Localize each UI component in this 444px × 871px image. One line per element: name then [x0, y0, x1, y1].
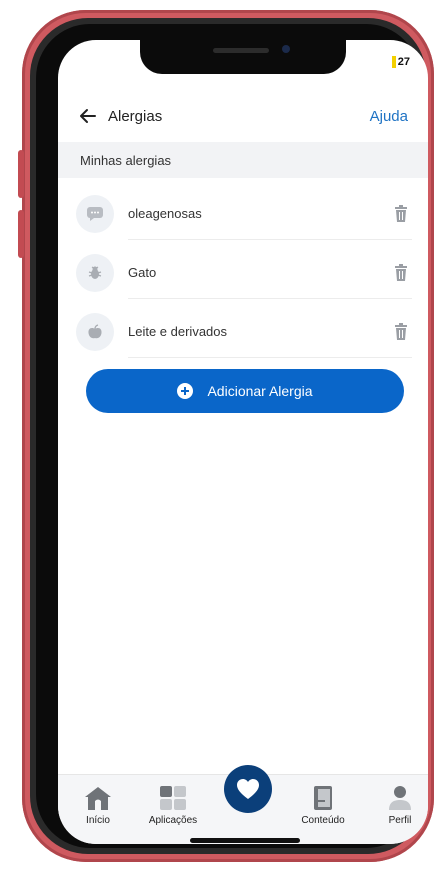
allergy-avatar: [76, 313, 114, 351]
top-bar: Alergias Ajuda: [58, 100, 428, 134]
heart-icon: [237, 779, 259, 799]
speaker: [213, 48, 269, 53]
bottom-tab-bar: Início Aplicações Conteúdo Perfil: [58, 765, 428, 844]
volume-down-button: [18, 210, 24, 258]
allergy-avatar: [76, 195, 114, 233]
tab-label: Conteúdo: [301, 815, 345, 826]
home-indicator: [190, 838, 300, 843]
section-header: Minhas alergias: [58, 142, 428, 178]
notch: [140, 40, 346, 74]
trash-icon[interactable]: [394, 264, 408, 282]
book-icon: [314, 786, 332, 810]
tab-inicio[interactable]: Início: [58, 785, 138, 844]
tab-label: Aplicações: [148, 815, 198, 826]
add-allergy-label: Adicionar Alergia: [207, 383, 313, 399]
plus-circle-icon: [177, 383, 194, 399]
battery-text: 27: [397, 56, 410, 68]
back-arrow-icon[interactable]: [78, 106, 98, 126]
allergy-item[interactable]: Leite e derivados: [58, 310, 428, 360]
allergy-label: Gato: [128, 265, 157, 280]
allergy-item[interactable]: oleagenosas: [58, 192, 428, 242]
section-title: Minhas alergias: [80, 153, 172, 168]
volume-up-button: [18, 150, 24, 198]
divider: [128, 298, 412, 299]
tab-conteudo[interactable]: Conteúdo: [283, 785, 363, 844]
tab-aplicacoes[interactable]: Aplicações: [133, 785, 213, 844]
user-icon: [389, 786, 411, 810]
tab-perfil[interactable]: Perfil: [360, 785, 428, 844]
health-center-button[interactable]: [224, 765, 272, 813]
battery-icon: [391, 56, 396, 68]
page-title: Alergias: [108, 108, 163, 125]
allergy-avatar: [76, 254, 114, 292]
camera: [282, 45, 290, 53]
allergy-item[interactable]: Gato: [58, 251, 428, 301]
grid-icon: [160, 786, 186, 810]
app-screen: 27 Alergias Ajuda Minhas alergias oleage…: [58, 40, 428, 844]
bug-icon: [88, 266, 102, 279]
chat-bubble-icon: [87, 207, 103, 221]
battery-indicator: 27: [391, 56, 410, 68]
trash-icon[interactable]: [394, 323, 408, 341]
add-allergy-button[interactable]: Adicionar Alergia: [86, 369, 404, 413]
allergy-label: oleagenosas: [128, 206, 202, 221]
trash-icon[interactable]: [394, 205, 408, 223]
help-link[interactable]: Ajuda: [370, 108, 408, 125]
allergy-label: Leite e derivados: [128, 324, 228, 339]
apple-icon: [88, 324, 102, 339]
tab-label: Início: [86, 815, 110, 826]
tab-label: Perfil: [388, 815, 412, 826]
divider: [128, 357, 412, 358]
home-icon: [85, 787, 111, 810]
divider: [128, 239, 412, 240]
